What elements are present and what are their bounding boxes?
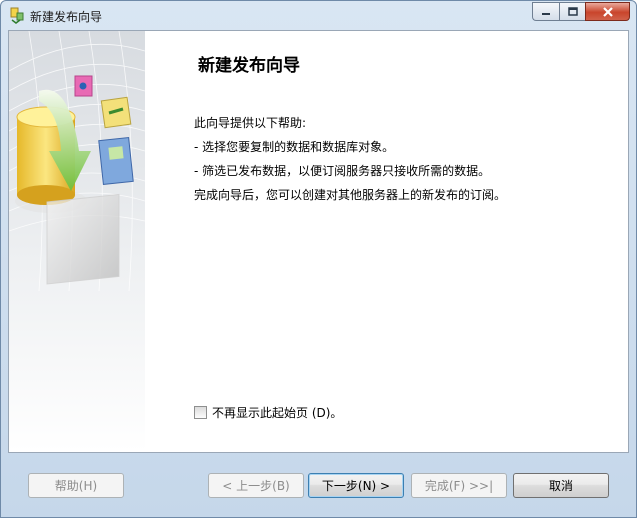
dont-show-again-label[interactable]: 不再显示此起始页 (D)。 [212, 404, 342, 421]
window-title: 新建发布向导 [30, 10, 103, 24]
dont-show-again-option[interactable]: 不再显示此起始页 (D)。 [194, 404, 342, 421]
intro-text: 此向导提供以下帮助: [194, 116, 307, 130]
caption-buttons [532, 2, 630, 21]
wizard-window: 新建发布向导 新建发布向导 此向导提供以下帮助: - 选择您要复制的数据和数据库… [0, 0, 637, 518]
wizard-button-bar: 帮助(H) < 上一步(B) 下一步(N) > 完成(F) >>| 取消 [8, 453, 629, 511]
finish-button[interactable]: 完成(F) >>| [411, 473, 507, 498]
bullet-filter-data: - 筛选已发布数据，以便订阅服务器只接收所需的数据。 [194, 164, 491, 178]
wizard-content: 新建发布向导 此向导提供以下帮助: - 选择您要复制的数据和数据库对象。 - 筛… [8, 30, 629, 453]
completion-text: 完成向导后，您可以创建对其他服务器上的新发布的订阅。 [194, 188, 507, 202]
bullet-select-objects: - 选择您要复制的数据和数据库对象。 [194, 140, 395, 154]
close-button[interactable] [585, 2, 630, 21]
minimize-icon [542, 12, 550, 15]
next-button[interactable]: 下一步(N) > [308, 473, 404, 498]
maximize-icon [567, 7, 578, 16]
dont-show-again-checkbox[interactable] [194, 406, 207, 419]
wizard-banner-graphic [9, 31, 145, 452]
help-button[interactable]: 帮助(H) [28, 473, 124, 498]
wizard-description: 此向导提供以下帮助: - 选择您要复制的数据和数据库对象。 - 筛选已发布数据，… [194, 111, 506, 207]
wizard-app-icon [10, 7, 24, 24]
title-bar[interactable]: 新建发布向导 [1, 1, 636, 30]
page-title: 新建发布向导 [198, 56, 300, 76]
cancel-button[interactable]: 取消 [513, 473, 609, 498]
close-icon [602, 6, 613, 17]
minimize-button[interactable] [532, 2, 559, 21]
back-button[interactable]: < 上一步(B) [208, 473, 304, 498]
maximize-button[interactable] [559, 2, 585, 21]
